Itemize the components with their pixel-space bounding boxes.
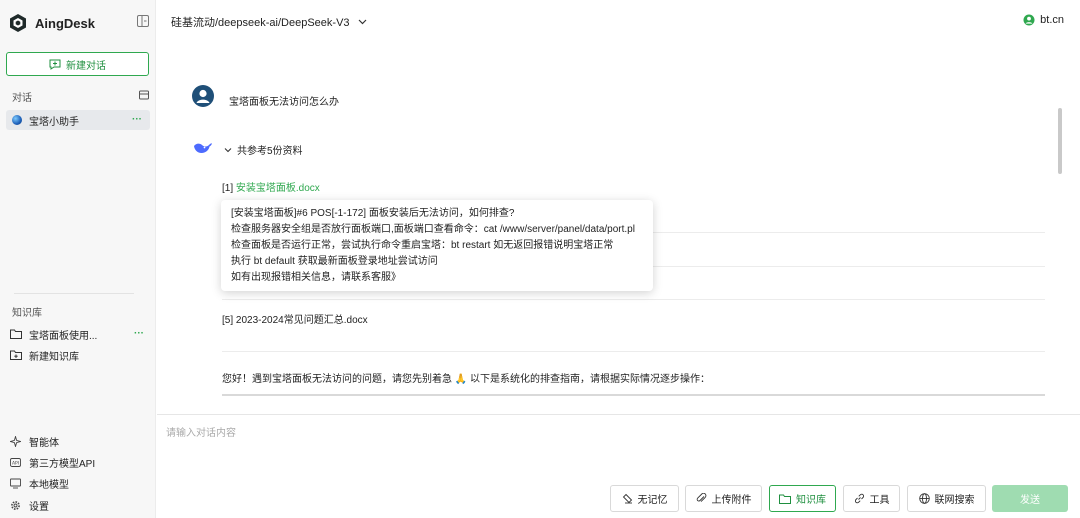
sidebar-collapse-icon[interactable] [137,15,149,27]
more-icon[interactable]: ··· [134,328,144,339]
tools-label: 工具 [869,495,890,506]
sidebar-divider [14,293,134,294]
chevron-down-icon [358,19,366,25]
answer-divider [222,394,1045,396]
tooltip-line: 执行 bt default 获取最新面板登录地址尝试访问 [231,256,438,267]
user-message: 宝塔面板无法访问怎么办 [229,97,339,108]
nav-agents[interactable]: 智能体 [10,433,59,449]
monitor-icon [10,478,21,488]
conversation-item[interactable]: 宝塔小助手 ··· [6,110,150,130]
nav-third-party-api[interactable]: API 第三方模型API [10,454,95,470]
account-name: bt.cn [1040,14,1064,26]
tools-button[interactable]: 工具 [843,485,900,512]
aingdesk-logo-icon [10,14,26,32]
reference-link[interactable]: 安装宝塔面板.docx [236,183,320,194]
reference-divider [222,351,1045,352]
web-search-button[interactable]: 联网搜索 [907,485,986,512]
folder-icon [779,494,791,504]
model-name: 硅基流动/deepseek-ai/DeepSeek-V3 [171,17,350,29]
user-icon [1023,14,1035,26]
nav-settings[interactable]: 设置 [10,497,49,513]
folder-add-icon [10,350,22,360]
eraser-icon [622,493,632,504]
reference-preview-tooltip: [安装宝塔面板]#6 POS[-1-172] 面板安装后无法访问，如何排查? 检… [221,200,653,291]
gear-icon [11,500,20,510]
chevron-down-icon [224,147,232,152]
chat-scrollbar[interactable] [1058,108,1062,174]
send-button[interactable]: 发送 [992,485,1068,512]
knowledge-item-label: 宝塔面板使用... [29,330,98,342]
reference-title[interactable]: 2023-2024常见问题汇总.docx [236,315,368,326]
conversation-label: 宝塔小助手 [29,116,79,128]
tooltip-line: [安装宝塔面板]#6 POS[-1-172] 面板安装后无法访问，如何排查? [231,208,515,219]
assistant-answer: 您好！遇到宝塔面板无法访问的问题，请您先别着急 🙏 以下是系统化的排查指南，请根… [222,374,711,385]
reference-item[interactable]: [1] 安装宝塔面板.docx [222,179,320,194]
new-chat-icon [49,59,61,70]
web-search-label: 联网搜索 [934,495,975,506]
knowledge-base-label: 知识库 [796,495,826,506]
nav-local-models[interactable]: 本地模型 [10,475,69,491]
agent-icon [10,435,21,447]
sidebar: AingDesk 新建对话 对话 宝塔小助手 ··· 知识库 宝塔面板使用...… [0,0,156,518]
message-composer[interactable]: 请输入对话内容 无记忆 上传附件 知识库 工具 联网搜索 发送 [157,414,1080,518]
reference-index: [1] [222,183,234,194]
knowledge-item[interactable]: 宝塔面板使用... ··· [10,325,152,343]
reference-item[interactable]: [5] 2023-2024常见问题汇总.docx [222,311,368,326]
reference-index: [5] [222,315,234,326]
tooltip-line: 检查服务器安全组是否放行面板端口,面板端口查看命令：cat /www/serve… [231,224,635,235]
conversations-heading: 对话 [12,93,32,104]
paperclip-icon [696,493,706,502]
no-memory-label: 无记忆 [637,495,668,506]
svg-text:API: API [12,460,19,466]
account-menu[interactable]: bt.cn [1023,14,1064,26]
nav-settings-label: 设置 [29,501,49,513]
nav-agents-label: 智能体 [29,437,59,449]
globe-icon [12,115,22,125]
folder-icon [10,329,22,339]
brand: AingDesk [8,12,95,34]
more-icon[interactable]: ··· [132,114,142,125]
model-selector[interactable]: 硅基流动/deepseek-ai/DeepSeek-V3 [171,14,367,30]
archive-icon[interactable] [139,90,149,100]
api-icon: API [10,457,21,467]
nav-third-party-api-label: 第三方模型API [29,458,96,470]
new-knowledge-base-label: 新建知识库 [29,351,79,363]
new-chat-button[interactable]: 新建对话 [6,52,149,76]
reference-divider [222,299,1045,300]
new-chat-label: 新建对话 [66,60,106,72]
link-icon [854,493,864,504]
header: 硅基流动/deepseek-ai/DeepSeek-V3 bt.cn [157,0,1080,42]
upload-attachment-button[interactable]: 上传附件 [685,485,762,512]
no-memory-button[interactable]: 无记忆 [610,485,679,512]
knowledge-base-button[interactable]: 知识库 [769,485,836,512]
tooltip-line: 如有出现报错相关信息，请联系客服》 [231,272,401,283]
upload-attachment-label: 上传附件 [711,495,752,506]
message-input[interactable]: 请输入对话内容 [166,424,236,439]
references-toggle[interactable]: 共参考5份资料 [224,142,303,157]
new-knowledge-base-item[interactable]: 新建知识库 [10,346,152,364]
app-name: AingDesk [35,15,95,31]
globe-icon [918,493,930,504]
tooltip-line: 检查面板是否运行正常，尝试执行命令重启宝塔：bt restart 如无返回报错说… [231,240,614,251]
deepseek-whale-icon [194,143,212,153]
nav-local-models-label: 本地模型 [29,479,69,491]
references-count: 共参考5份资料 [237,146,303,157]
knowledge-heading: 知识库 [12,308,42,319]
user-avatar-icon [192,85,214,107]
